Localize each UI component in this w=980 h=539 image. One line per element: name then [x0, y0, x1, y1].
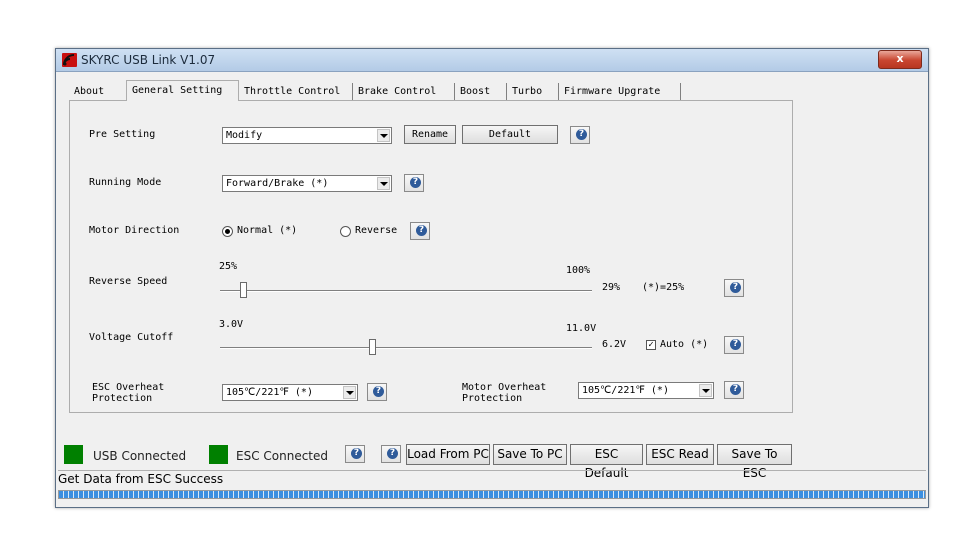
- radio-reverse[interactable]: [340, 226, 351, 237]
- reverse-speed-default: (*)=25%: [642, 282, 685, 293]
- motor-overheat-select[interactable]: 105℃/221℉ (*): [578, 382, 714, 399]
- chevron-down-icon[interactable]: [377, 177, 390, 190]
- motor-direction-label: Motor Direction: [89, 225, 180, 236]
- running-mode-select[interactable]: Forward/Brake (*): [222, 175, 392, 192]
- window-title: SKYRC USB Link V1.07: [81, 53, 216, 67]
- motor-overheat-label-2: Protection: [462, 393, 523, 404]
- reverse-speed-label: Reverse Speed: [89, 276, 168, 287]
- auto-checkbox[interactable]: ✓: [646, 340, 656, 350]
- reverse-speed-value: 29%: [602, 282, 621, 293]
- esc-overheat-select[interactable]: 105℃/221℉ (*): [222, 384, 358, 401]
- esc-status-indicator: [209, 445, 228, 464]
- voltage-cutoff-track[interactable]: [220, 347, 592, 349]
- skyrc-logo-icon: [62, 53, 77, 67]
- load-from-pc-button[interactable]: Load From PC: [406, 444, 490, 465]
- voltage-cutoff-max: 11.0V: [566, 323, 597, 334]
- voltage-cutoff-min: 3.0V: [219, 319, 244, 330]
- reverse-speed-track[interactable]: [220, 290, 592, 292]
- esc-overheat-label-1: ESC Overheat: [92, 382, 165, 393]
- main-window: SKYRC USB Link V1.07 x About General Set…: [55, 48, 929, 508]
- esc-overheat-label-2: Protection: [92, 393, 153, 404]
- running-mode-label: Running Mode: [89, 177, 162, 188]
- help-icon-usb[interactable]: [345, 445, 365, 463]
- reverse-speed-max: 100%: [566, 265, 591, 276]
- help-icon-motor-overheat[interactable]: [724, 381, 744, 399]
- close-button[interactable]: x: [878, 50, 922, 69]
- help-icon-voltage-cutoff[interactable]: [724, 336, 744, 354]
- tab-boost[interactable]: Boost: [455, 83, 507, 100]
- save-to-esc-button[interactable]: Save To ESC: [717, 444, 792, 480]
- esc-read-button[interactable]: ESC Read: [646, 444, 714, 465]
- default-button[interactable]: Default: [462, 125, 558, 144]
- chevron-down-icon[interactable]: [377, 129, 390, 142]
- title-bar[interactable]: SKYRC USB Link V1.07 x: [56, 49, 928, 72]
- help-icon-esc[interactable]: [381, 445, 401, 463]
- tab-firmware-upgrate[interactable]: Firmware Upgrate: [559, 83, 681, 100]
- save-to-pc-button[interactable]: Save To PC: [493, 444, 567, 465]
- tab-about[interactable]: About: [69, 83, 130, 100]
- esc-status-label: ESC Connected: [236, 449, 329, 463]
- esc-default-button[interactable]: ESC Default: [570, 444, 643, 480]
- tab-general-setting[interactable]: General Setting: [126, 80, 239, 101]
- motor-overheat-label-1: Motor Overheat: [462, 382, 547, 393]
- reverse-speed-min: 25%: [219, 261, 238, 272]
- tab-turbo[interactable]: Turbo: [507, 83, 559, 100]
- tab-brake-control[interactable]: Brake Control: [353, 83, 455, 100]
- status-message: Get Data from ESC Success: [58, 472, 224, 486]
- chevron-down-icon[interactable]: [343, 386, 356, 399]
- motor-overheat-value: 105℃/221℉ (*): [582, 385, 669, 396]
- rename-button[interactable]: Rename: [404, 125, 456, 144]
- reverse-speed-slider-thumb[interactable]: [239, 282, 247, 298]
- help-icon-esc-overheat[interactable]: [367, 383, 387, 401]
- auto-checkbox-label: Auto (*): [660, 339, 709, 350]
- help-icon-pre-setting[interactable]: [570, 126, 590, 144]
- help-icon-reverse-speed[interactable]: [724, 279, 744, 297]
- tab-throttle-control[interactable]: Throttle Control: [239, 83, 353, 100]
- radio-normal-label: Normal (*): [237, 225, 298, 236]
- radio-reverse-label: Reverse: [355, 225, 398, 236]
- voltage-cutoff-label: Voltage Cutoff: [89, 332, 174, 343]
- general-setting-panel: Pre Setting Modify Rename Default Runnin…: [69, 100, 793, 413]
- pre-setting-select[interactable]: Modify: [222, 127, 392, 144]
- help-icon-motor-direction[interactable]: [410, 222, 430, 240]
- usb-status-indicator: [64, 445, 83, 464]
- voltage-cutoff-value: 6.2V: [602, 339, 627, 350]
- progress-bar: [58, 490, 926, 499]
- voltage-cutoff-slider-thumb[interactable]: [368, 339, 376, 355]
- usb-status-label: USB Connected: [93, 449, 187, 463]
- running-mode-value: Forward/Brake (*): [226, 178, 329, 189]
- chevron-down-icon[interactable]: [699, 384, 712, 397]
- pre-setting-label: Pre Setting: [89, 129, 156, 140]
- pre-setting-value: Modify: [226, 130, 263, 141]
- esc-overheat-value: 105℃/221℉ (*): [226, 387, 313, 398]
- help-icon-running-mode[interactable]: [404, 174, 424, 192]
- status-bar: Get Data from ESC Success: [58, 470, 926, 487]
- radio-normal[interactable]: [222, 226, 233, 237]
